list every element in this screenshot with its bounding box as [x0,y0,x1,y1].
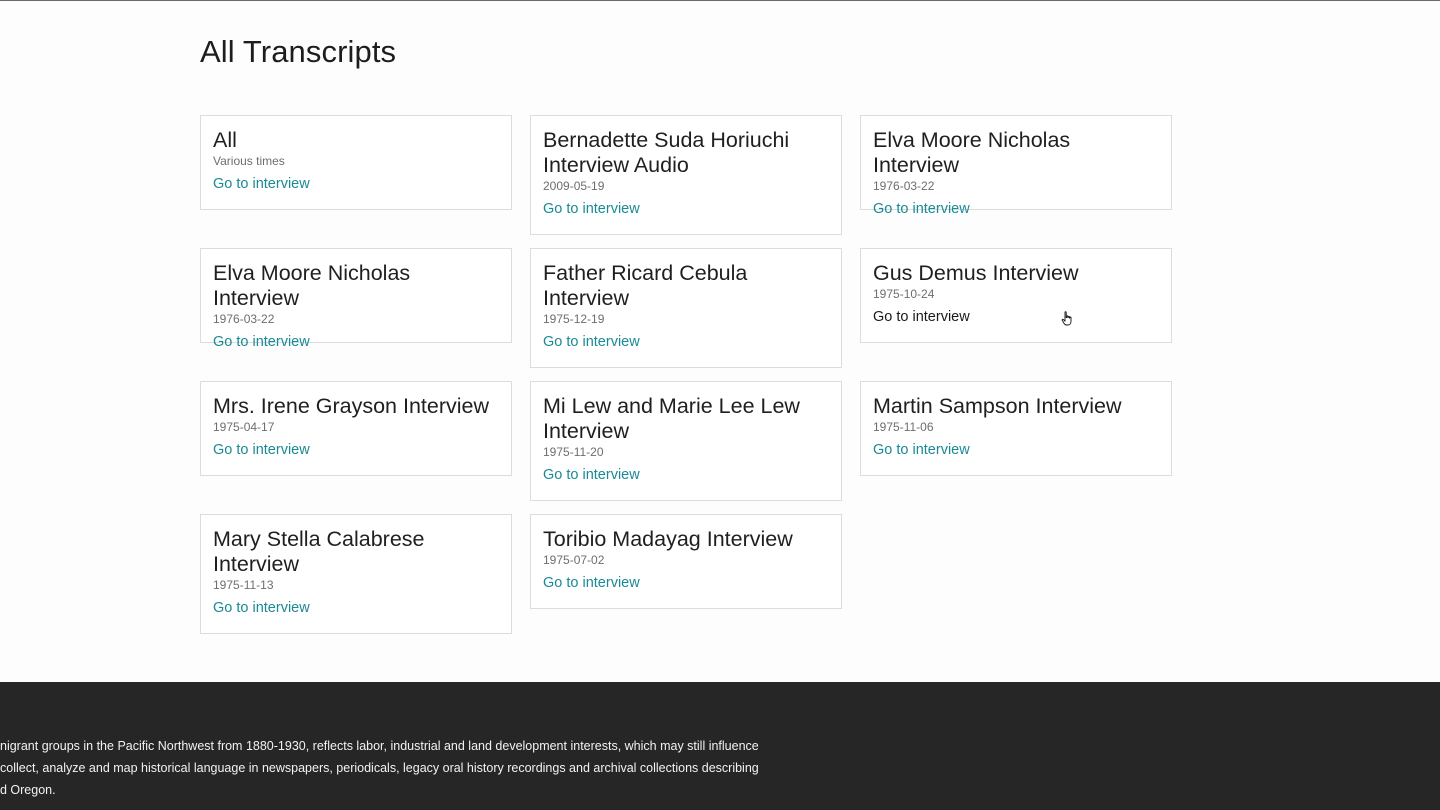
card-date: 1976-03-22 [873,179,935,193]
go-to-interview-link[interactable]: Go to interview [873,200,970,218]
card-date: 1975-11-06 [873,420,934,434]
card-date: 1975-12-19 [543,312,605,326]
card-title: Father Ricard Cebula Interview [543,261,748,310]
card-title: Gus Demus Interview [873,261,1079,285]
transcript-card: Elva Moore Nicholas Interview 1976-03-22… [200,248,512,350]
transcript-card: Father Ricard Cebula Interview 1975-12-1… [530,248,842,368]
transcript-card: Mary Stella Calabrese Interview 1975-11-… [200,514,512,634]
transcript-card: Martin Sampson Interview 1975-11-06 Go t… [860,381,1172,476]
site-footer: nigrant groups in the Pacific Northwest … [0,682,1440,810]
card-date: 1975-10-24 [873,287,935,301]
card-title: Toribio Madayag Interview [543,527,793,551]
card-date: 1975-04-17 [213,420,275,434]
card-title: Elva Moore Nicholas Interview [213,261,411,310]
footer-line: collect, analyze and map historical lang… [0,761,759,775]
go-to-interview-link[interactable]: Go to interview [543,200,640,218]
card-title: Elva Moore Nicholas Interview [873,128,1071,177]
go-to-interview-link[interactable]: Go to interview [213,441,310,459]
go-to-interview-link[interactable]: Go to interview [543,333,640,351]
go-to-interview-link[interactable]: Go to interview [543,466,640,484]
card-date: Various times [213,154,285,168]
card-date: 1975-11-13 [213,578,274,592]
card-title: Mi Lew and Marie Lee Lew Interview [543,394,800,443]
go-to-interview-link[interactable]: Go to interview [213,333,310,351]
transcript-card: Mrs. Irene Grayson Interview 1975-04-17 … [200,381,512,476]
card-date: 1975-11-20 [543,445,604,459]
footer-description: nigrant groups in the Pacific Northwest … [0,735,820,801]
transcript-card: Toribio Madayag Interview 1975-07-02 Go … [530,514,842,609]
top-divider [0,0,1440,1]
card-title: All [213,128,237,152]
transcript-card: Bernadette Suda Horiuchi Interview Audio… [530,115,842,235]
go-to-interview-link[interactable]: Go to interview [873,308,970,326]
card-title: Bernadette Suda Horiuchi Interview Audio [543,128,790,177]
card-title: Mary Stella Calabrese Interview [213,527,425,576]
hand-cursor-icon [1061,311,1072,326]
transcript-card: Elva Moore Nicholas Interview 1976-03-22… [860,115,1172,217]
go-to-interview-link[interactable]: Go to interview [873,441,970,459]
page-title: All Transcripts [200,34,397,69]
transcript-card: Mi Lew and Marie Lee Lew Interview 1975-… [530,381,842,501]
card-date: 2009-05-19 [543,179,605,193]
go-to-interview-link[interactable]: Go to interview [543,574,640,592]
card-date: 1975-07-02 [543,553,605,567]
footer-line: d Oregon. [0,783,56,797]
card-title: Martin Sampson Interview [873,394,1122,418]
go-to-interview-link[interactable]: Go to interview [213,175,310,193]
card-title: Mrs. Irene Grayson Interview [213,394,490,418]
footer-line: nigrant groups in the Pacific Northwest … [0,739,759,753]
card-date: 1976-03-22 [213,312,275,326]
go-to-interview-link[interactable]: Go to interview [213,599,310,617]
transcript-card: All Various times Go to interview [200,115,512,210]
transcript-card: Gus Demus Interview 1975-10-24 Go to int… [860,248,1172,343]
